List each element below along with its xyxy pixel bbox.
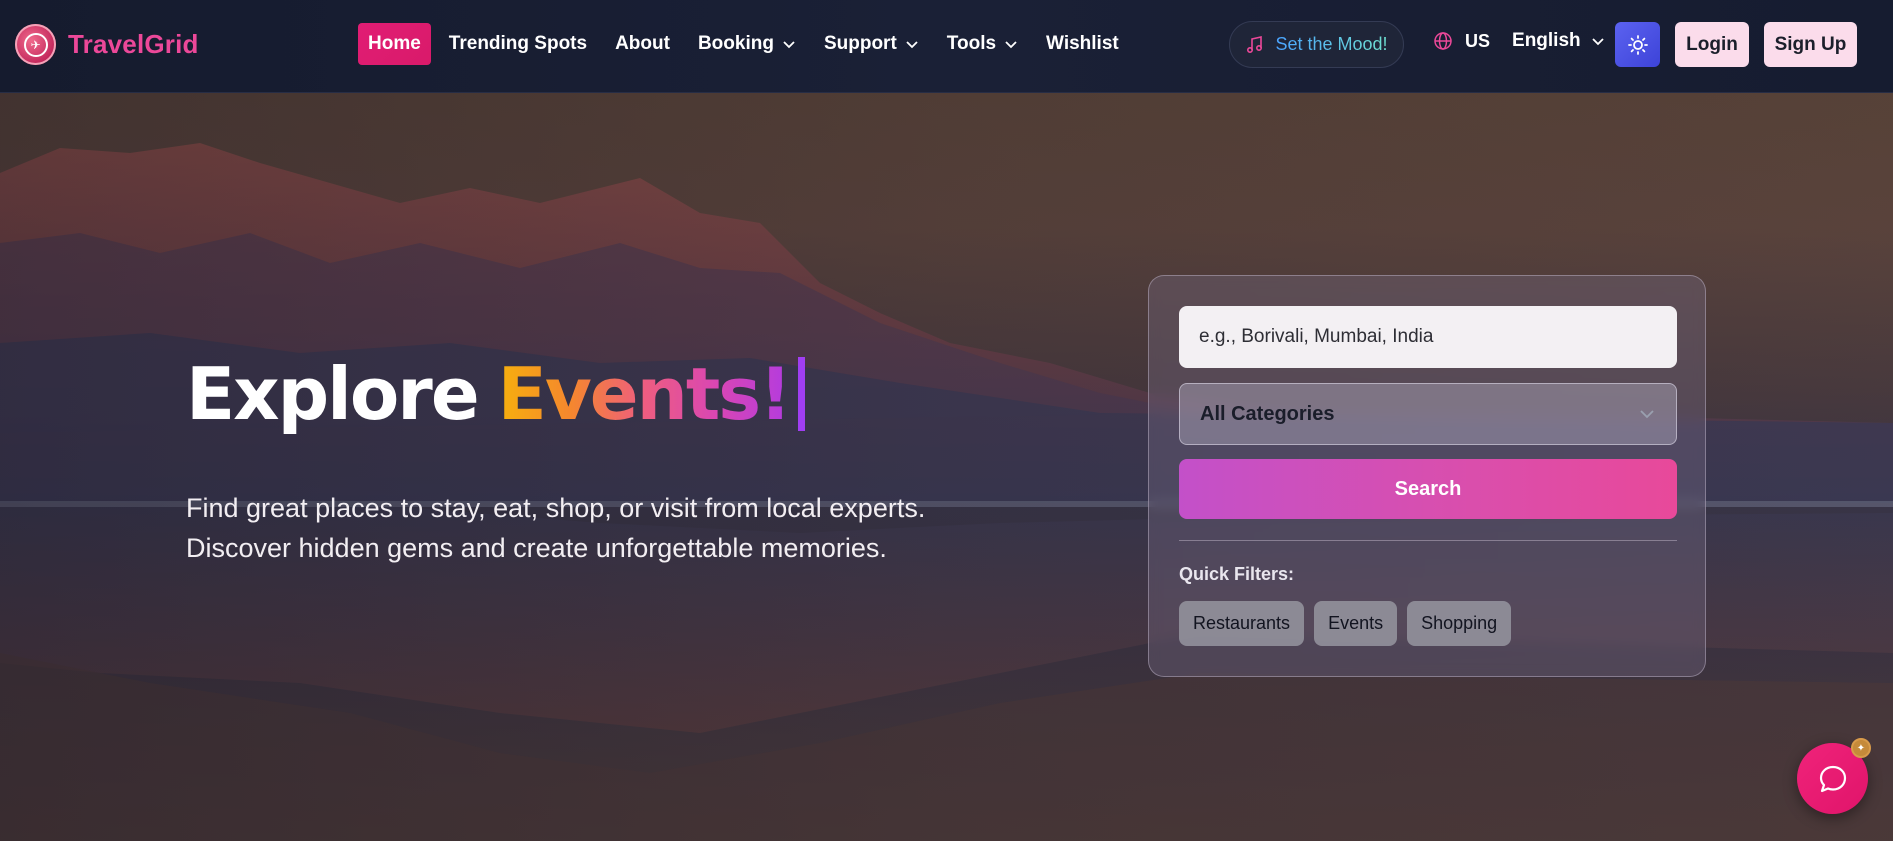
nav-item-label: Support — [823, 33, 897, 54]
nav-item-label: Booking — [697, 33, 774, 54]
nav-item-label: About — [615, 33, 670, 54]
chevron-down-icon — [906, 41, 918, 49]
chat-bubble-icon — [1819, 765, 1846, 792]
nav-item-home[interactable]: Home — [358, 23, 431, 65]
nav-item-about[interactable]: About — [605, 23, 680, 65]
nav-item-label: Wishlist — [1046, 33, 1119, 54]
navbar: ✈ TravelGrid Home Trending Spots About B… — [0, 0, 1893, 93]
quick-filter-restaurants[interactable]: Restaurants — [1179, 601, 1305, 646]
hero-section: Explore Events! Find great places to sta… — [0, 93, 1893, 841]
language-name: English — [1512, 30, 1581, 51]
nav-item-label: Tools — [946, 33, 997, 54]
nav-item-booking[interactable]: Booking — [688, 23, 806, 65]
search-button[interactable]: Search — [1179, 459, 1677, 519]
quick-filter-events[interactable]: Events — [1314, 601, 1398, 646]
quick-filter-shopping[interactable]: Shopping — [1407, 601, 1512, 646]
set-mood-label: Set the Mood! — [1275, 34, 1388, 54]
quick-filters-label: Quick Filters: — [1179, 564, 1295, 584]
location-search-input[interactable] — [1179, 306, 1677, 368]
brand-name: TravelGrid — [68, 29, 199, 59]
headline-prefix: Explore — [186, 352, 480, 436]
quick-filters: Restaurants Events Shopping — [1179, 601, 1512, 646]
category-select[interactable]: All Categories — [1179, 383, 1677, 445]
subtext-line-2: Discover hidden gems and create unforget… — [186, 533, 887, 563]
theme-toggle-button[interactable] — [1615, 22, 1660, 67]
search-card: All Categories Search Quick Filters: Res… — [1148, 275, 1706, 677]
nav-item-trending-spots[interactable]: Trending Spots — [439, 23, 597, 65]
chevron-down-icon — [1005, 41, 1017, 49]
sun-icon — [1627, 34, 1648, 55]
hero-headline: Explore Events! — [186, 352, 805, 436]
divider — [1179, 540, 1677, 541]
chevron-down-icon — [1640, 410, 1654, 419]
chevron-down-icon — [1592, 38, 1604, 46]
nav-item-wishlist[interactable]: Wishlist — [1036, 23, 1129, 65]
subtext-line-1: Find great places to stay, eat, shop, or… — [186, 493, 926, 523]
nav-item-label: Home — [368, 33, 421, 54]
nav-item-label: Trending Spots — [448, 33, 588, 54]
set-mood-button[interactable]: Set the Mood! — [1229, 21, 1404, 68]
main-nav: Home Trending Spots About Booking Suppor… — [358, 23, 1137, 65]
hero-subtext: Find great places to stay, eat, shop, or… — [186, 488, 925, 568]
sign-up-button[interactable]: Sign Up — [1764, 22, 1857, 67]
globe-icon — [1434, 32, 1452, 50]
language-selector[interactable]: US English — [1433, 30, 1605, 52]
brand-logo[interactable]: ✈ TravelGrid — [15, 24, 199, 65]
nav-item-tools[interactable]: Tools — [937, 23, 1028, 65]
music-note-icon — [1247, 35, 1263, 53]
notification-badge: ✦ — [1851, 738, 1871, 758]
category-selected-value: All Categories — [1200, 402, 1335, 425]
headline-highlight: Events! — [497, 352, 792, 436]
chevron-down-icon — [783, 41, 795, 49]
nav-item-support[interactable]: Support — [814, 23, 929, 65]
language-code: US — [1465, 30, 1491, 51]
plane-icon: ✈ — [15, 24, 56, 65]
typing-cursor — [797, 357, 805, 431]
login-button[interactable]: Login — [1675, 22, 1749, 67]
